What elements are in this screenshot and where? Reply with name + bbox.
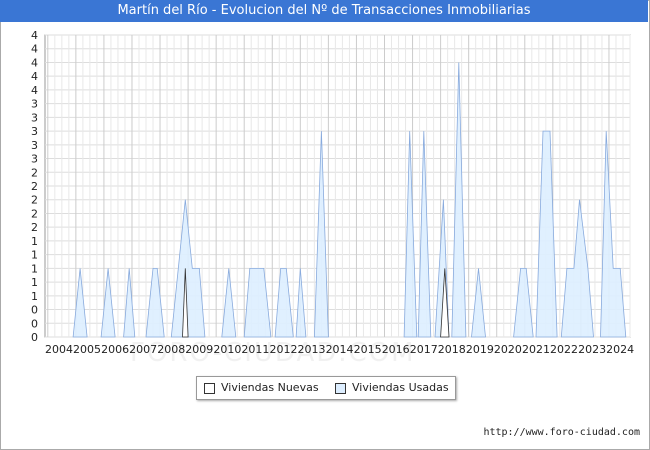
x-tick-label: 2023 [578, 343, 606, 356]
y-tick-label: 3 [31, 98, 38, 111]
x-tick-label: 2013 [298, 343, 326, 356]
y-tick-label: 0 [31, 331, 38, 344]
y-tick-label: 0 [31, 304, 38, 317]
y-tick-label: 2 [31, 221, 38, 234]
y-tick-label: 2 [31, 207, 38, 220]
x-tick-label: 2008 [157, 343, 185, 356]
y-tick-label: 1 [31, 235, 38, 248]
x-tick-label: 2019 [466, 343, 494, 356]
x-tick-label: 2015 [354, 343, 382, 356]
x-tick-label: 2017 [410, 343, 438, 356]
legend-label-nuevas: Viviendas Nuevas [221, 381, 319, 394]
y-tick-label: 2 [31, 194, 38, 207]
y-tick-label: 4 [31, 84, 38, 97]
x-tick-label: 2018 [438, 343, 466, 356]
x-tick-label: 2016 [382, 343, 410, 356]
legend-swatch-usadas [335, 383, 346, 394]
y-tick-label: 2 [31, 180, 38, 193]
y-tick-label: 3 [31, 125, 38, 138]
y-tick-label: 3 [31, 153, 38, 166]
x-tick-label: 2007 [129, 343, 157, 356]
legend-label-usadas: Viviendas Usadas [352, 381, 449, 394]
y-tick-label: 2 [31, 166, 38, 179]
x-tick-label: 2021 [522, 343, 550, 356]
y-tick-label: 1 [31, 262, 38, 275]
x-tick-label: 2020 [494, 343, 522, 356]
x-tick-label: 2004 [45, 343, 73, 356]
x-tick-label: 2024 [606, 343, 634, 356]
x-tick-label: 2009 [185, 343, 213, 356]
y-tick-label: 1 [31, 290, 38, 303]
legend-swatch-nuevas [204, 383, 215, 394]
x-tick-label: 2005 [73, 343, 101, 356]
y-tick-label: 4 [31, 56, 38, 69]
x-tick-label: 2006 [101, 343, 129, 356]
y-tick-label: 3 [31, 139, 38, 152]
y-tick-label: 3 [31, 111, 38, 124]
x-tick-label: 2012 [269, 343, 297, 356]
x-tick-label: 2022 [550, 343, 578, 356]
x-tick-label: 2014 [326, 343, 354, 356]
x-tick-label: 2010 [213, 343, 241, 356]
y-tick-label: 4 [31, 70, 38, 83]
source-url: http://www.foro-ciudad.com [483, 427, 640, 438]
y-tick-label: 4 [31, 43, 38, 56]
legend: Viviendas Nuevas Viviendas Usadas [196, 376, 456, 400]
y-tick-label: 0 [31, 317, 38, 330]
y-tick-label: 4 [31, 29, 38, 42]
y-tick-label: 1 [31, 249, 38, 262]
x-tick-label: 2011 [241, 343, 269, 356]
y-tick-label: 1 [31, 276, 38, 289]
